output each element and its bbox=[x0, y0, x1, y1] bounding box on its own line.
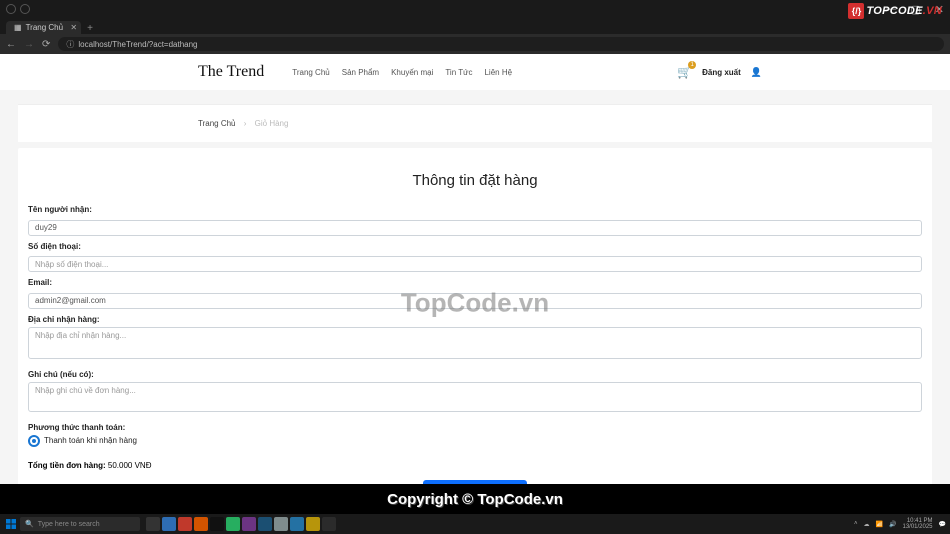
chevron-right-icon: › bbox=[244, 119, 247, 128]
site-header: The Trend Trang Chủ Sản Phẩm Khuyến mại … bbox=[0, 54, 950, 90]
browser-tab-active[interactable]: ▦ Trang Chủ ✕ bbox=[6, 21, 81, 34]
cart-count-badge: 1 bbox=[688, 61, 696, 69]
label-recipient-name: Tên người nhận: bbox=[28, 205, 922, 214]
tab-favicon-icon: ▦ bbox=[14, 23, 22, 32]
breadcrumb-current: Giỏ Hàng bbox=[255, 119, 289, 128]
textarea-address[interactable] bbox=[28, 327, 922, 359]
radio-cod[interactable]: Thanh toán khi nhận hàng bbox=[28, 435, 922, 447]
taskbar-app-icon[interactable] bbox=[274, 517, 288, 531]
windows-taskbar[interactable]: 🔍 Type here to search ˄ ☁ 📶 🔊 10:41 PM 1… bbox=[0, 514, 950, 534]
page-footer: Copyright © TopCode.vn bbox=[0, 484, 950, 514]
taskbar-app-icon[interactable] bbox=[258, 517, 272, 531]
tray-chevron-up-icon[interactable]: ˄ bbox=[854, 521, 858, 527]
breadcrumb-root[interactable]: Trang Chủ bbox=[198, 119, 236, 128]
order-total-label: Tổng tiền đơn hàng: bbox=[28, 461, 106, 470]
tray-cloud-icon[interactable]: ☁ bbox=[864, 521, 870, 528]
site-brand[interactable]: The Trend bbox=[198, 63, 264, 81]
taskbar-app-icon[interactable] bbox=[210, 517, 224, 531]
taskbar-app-icon[interactable] bbox=[290, 517, 304, 531]
nav-link-products[interactable]: Sản Phẩm bbox=[342, 68, 379, 77]
radio-checked-icon bbox=[28, 435, 40, 447]
label-note: Ghi chú (nếu có): bbox=[28, 370, 922, 379]
taskbar-pinned-apps bbox=[146, 517, 336, 531]
browser-tabs: ▦ Trang Chủ ✕ + bbox=[0, 18, 950, 34]
label-phone: Số điện thoại: bbox=[28, 242, 922, 251]
taskbar-app-icon[interactable] bbox=[226, 517, 240, 531]
browser-toolbar: ← → ⟳ ⓘ localhost/TheTrend/?act=dathang bbox=[0, 34, 950, 54]
taskbar-search-placeholder: Type here to search bbox=[38, 521, 100, 528]
topcode-corner-watermark: {/} TOPCODE.VN bbox=[848, 3, 942, 19]
order-total: Tổng tiền đơn hàng: 50.000 VNĐ bbox=[28, 461, 922, 470]
label-email: Email: bbox=[28, 278, 922, 287]
tab-title: Trang Chủ bbox=[26, 23, 64, 32]
tray-volume-icon[interactable]: 🔊 bbox=[889, 521, 896, 528]
input-recipient-name[interactable] bbox=[28, 220, 922, 236]
taskbar-app-icon[interactable] bbox=[178, 517, 192, 531]
topcode-logo-icon: {/} bbox=[848, 3, 864, 19]
input-phone[interactable] bbox=[28, 256, 922, 272]
site-info-icon[interactable]: ⓘ bbox=[66, 39, 74, 50]
input-email[interactable] bbox=[28, 293, 922, 309]
taskbar-search[interactable]: 🔍 Type here to search bbox=[20, 517, 140, 531]
taskbar-tray[interactable]: ˄ ☁ 📶 🔊 10:41 PM 13/01/2025 💬 bbox=[854, 518, 946, 530]
order-total-value: 50.000 VNĐ bbox=[108, 461, 152, 470]
nav-forward-icon[interactable]: → bbox=[24, 39, 34, 50]
cart-button[interactable]: 🛒 1 bbox=[677, 65, 692, 79]
address-bar-text: localhost/TheTrend/?act=dathang bbox=[78, 40, 197, 49]
page-viewport: The Trend Trang Chủ Sản Phẩm Khuyến mại … bbox=[0, 54, 950, 484]
main-nav: Trang Chủ Sản Phẩm Khuyến mại Tin Tức Li… bbox=[292, 68, 512, 77]
page-title: Thông tin đặt hàng bbox=[28, 172, 922, 189]
nav-link-news[interactable]: Tin Tức bbox=[445, 68, 472, 77]
tray-wifi-icon[interactable]: 📶 bbox=[876, 521, 883, 528]
nav-back-icon[interactable]: ← bbox=[6, 39, 16, 50]
label-address: Địa chỉ nhận hàng: bbox=[28, 315, 922, 324]
radio-cod-label: Thanh toán khi nhận hàng bbox=[44, 436, 137, 445]
tab-close-icon[interactable]: ✕ bbox=[70, 23, 77, 32]
nav-link-promo[interactable]: Khuyến mại bbox=[391, 68, 433, 77]
breadcrumb: Trang Chủ › Giỏ Hàng bbox=[18, 104, 932, 142]
label-payment-method: Phương thức thanh toán: bbox=[28, 423, 922, 432]
taskbar-app-icon[interactable] bbox=[162, 517, 176, 531]
start-button[interactable] bbox=[4, 517, 18, 531]
address-bar[interactable]: ⓘ localhost/TheTrend/?act=dathang bbox=[58, 37, 944, 51]
search-icon: 🔍 bbox=[25, 520, 34, 528]
clock-date: 13/01/2025 bbox=[902, 524, 932, 530]
window-title-bar: — ▢ ✕ bbox=[0, 0, 950, 18]
nav-link-contact[interactable]: Liên Hệ bbox=[484, 68, 512, 77]
taskbar-app-icon[interactable] bbox=[242, 517, 256, 531]
taskbar-app-icon[interactable] bbox=[194, 517, 208, 531]
textarea-note[interactable] bbox=[28, 382, 922, 412]
logout-link[interactable]: Đăng xuất bbox=[702, 68, 741, 77]
user-icon[interactable]: 👤 bbox=[751, 67, 762, 78]
taskbar-app-icon[interactable] bbox=[146, 517, 160, 531]
taskbar-app-icon[interactable] bbox=[322, 517, 336, 531]
order-form-card: Thông tin đặt hàng Tên người nhận: Số đi… bbox=[18, 148, 932, 522]
new-tab-button[interactable]: + bbox=[87, 23, 93, 34]
tray-notifications-icon[interactable]: 💬 bbox=[939, 521, 946, 528]
nav-link-home[interactable]: Trang Chủ bbox=[292, 68, 330, 77]
nav-reload-icon[interactable]: ⟳ bbox=[42, 39, 50, 50]
window-menu-dots[interactable] bbox=[6, 4, 30, 14]
taskbar-app-icon[interactable] bbox=[306, 517, 320, 531]
taskbar-clock[interactable]: 10:41 PM 13/01/2025 bbox=[902, 518, 932, 530]
